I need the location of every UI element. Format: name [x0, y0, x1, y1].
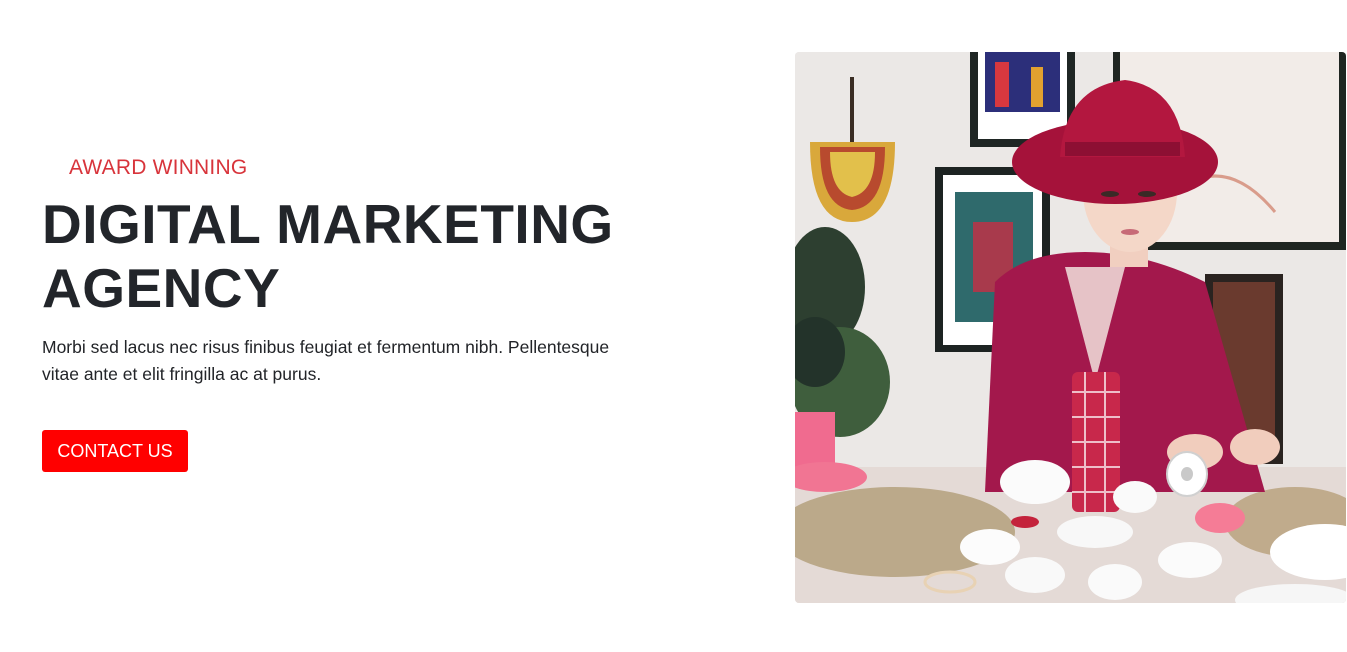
hero-image — [795, 52, 1346, 603]
hero-section: AWARD WINNING DIGITAL MARKETING AGENCY M… — [0, 0, 1347, 652]
page-title: DIGITAL MARKETING AGENCY — [42, 192, 662, 320]
contact-us-button[interactable]: CONTACT US — [42, 430, 188, 472]
headline-line-1: DIGITAL MARKETING — [42, 193, 614, 255]
hero-text-column: AWARD WINNING DIGITAL MARKETING AGENCY M… — [42, 150, 662, 388]
photo-icon — [795, 52, 1346, 603]
eyebrow-label: AWARD WINNING — [69, 156, 248, 179]
headline-line-2: AGENCY — [42, 257, 281, 319]
hero-description: Morbi sed lacus nec risus finibus feugia… — [42, 337, 610, 384]
